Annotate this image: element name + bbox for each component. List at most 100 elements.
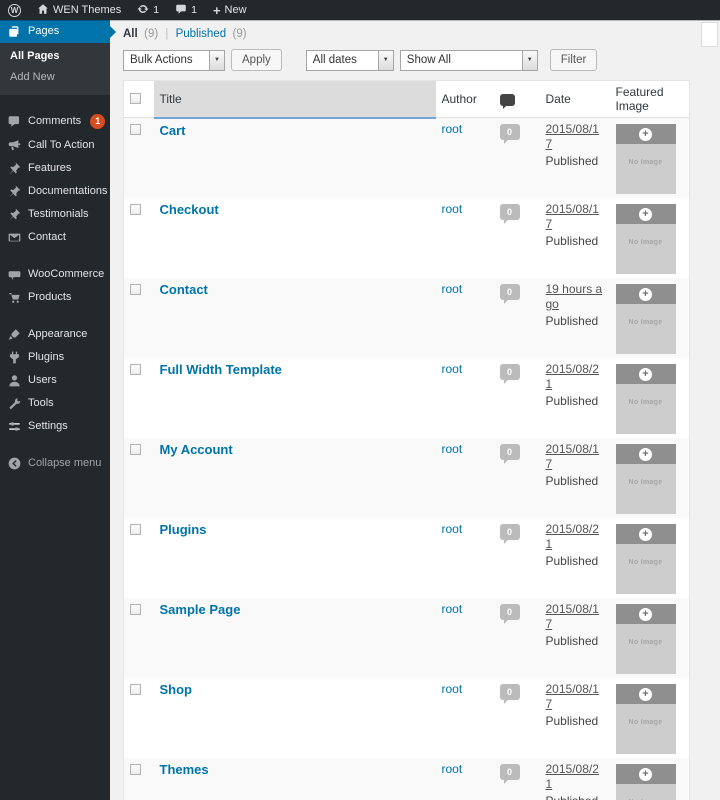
row-author-cell: root [436, 758, 494, 800]
bulk-actions-select[interactable]: Bulk Actions ▼ [123, 49, 225, 71]
sidebar-item-pages[interactable]: Pages [0, 20, 116, 43]
comment-count-bubble[interactable]: 0 [499, 204, 520, 224]
sidebar-item-label: Call To Action [28, 139, 95, 151]
author-link[interactable]: root [442, 442, 463, 456]
comment-count-bubble[interactable]: 0 [499, 764, 520, 784]
add-image-icon: + [639, 287, 652, 301]
page-title-link[interactable]: My Account [160, 442, 233, 457]
dates-filter-select[interactable]: All dates ▼ [305, 49, 394, 71]
sidebar-item-settings[interactable]: Settings [0, 415, 110, 438]
featured-image-placeholder[interactable]: + No Image [615, 364, 676, 434]
scrollbar[interactable] [701, 22, 718, 47]
date-link[interactable]: 2015/08/21 [546, 762, 604, 792]
no-image-label: No Image [628, 639, 663, 646]
apply-button[interactable]: Apply [231, 49, 282, 71]
row-comments-cell: 0 [494, 118, 540, 199]
author-link[interactable]: root [442, 122, 463, 136]
sidebar-item-woocommerce[interactable]: WooCommerce [0, 263, 110, 286]
view-published-link[interactable]: Published [176, 28, 227, 40]
page-title-link[interactable]: Sample Page [160, 602, 241, 617]
comment-count-bubble[interactable]: 0 [499, 444, 520, 464]
featured-image-placeholder[interactable]: + No Image [615, 124, 676, 194]
row-checkbox[interactable] [130, 364, 141, 375]
sidebar-item-comments[interactable]: Comments 1 [0, 109, 110, 134]
page-title-link[interactable]: Checkout [160, 202, 219, 217]
date-link[interactable]: 2015/08/17 [546, 202, 604, 232]
date-link[interactable]: 2015/08/21 [546, 362, 604, 392]
view-all-link[interactable]: All [123, 28, 138, 40]
title-column-header[interactable]: Title [153, 80, 436, 119]
row-checkbox[interactable] [130, 444, 141, 455]
row-checkbox[interactable] [130, 764, 141, 775]
filter-button[interactable]: Filter [549, 49, 598, 71]
wp-logo-menu[interactable]: W [0, 0, 29, 20]
sidebar-item-products[interactable]: Products [0, 286, 110, 309]
page-title-link[interactable]: Cart [160, 123, 186, 138]
comment-count-bubble[interactable]: 0 [499, 124, 520, 144]
sidebar-item-features[interactable]: Features [0, 157, 110, 180]
sidebar-item-testimonials[interactable]: Testimonials [0, 203, 110, 226]
page-title-link[interactable]: Full Width Template [160, 362, 282, 377]
author-link[interactable]: root [442, 362, 463, 376]
new-content-menu[interactable]: + New [205, 0, 255, 20]
comment-count-bubble[interactable]: 0 [499, 284, 520, 304]
sidebar-item-plugins[interactable]: Plugins [0, 346, 110, 369]
comment-count-bubble[interactable]: 0 [499, 524, 520, 544]
show-all-value: Show All [406, 53, 451, 66]
author-link[interactable]: root [442, 602, 463, 616]
featured-image-placeholder[interactable]: + No Image [615, 524, 676, 594]
row-checkbox[interactable] [130, 524, 141, 535]
date-link[interactable]: 2015/08/17 [546, 682, 604, 712]
date-link[interactable]: 2015/08/17 [546, 442, 604, 472]
page-title-link[interactable]: Contact [160, 282, 208, 297]
sidebar-item-collapse-menu[interactable]: Collapse menu [0, 452, 110, 475]
date-link[interactable]: 2015/08/17 [546, 602, 604, 632]
site-name-menu[interactable]: WEN Themes [29, 0, 129, 20]
featured-image-placeholder[interactable]: + No Image [615, 764, 676, 800]
author-link[interactable]: root [442, 282, 463, 296]
featured-image-placeholder[interactable]: + No Image [615, 444, 676, 514]
page-title-link[interactable]: Themes [160, 762, 209, 777]
row-checkbox[interactable] [130, 124, 141, 135]
page-title-link[interactable]: Shop [160, 682, 193, 697]
thumb-header: + [615, 284, 676, 304]
row-date-cell: 2015/08/17 Published [540, 598, 610, 678]
author-link[interactable]: root [442, 762, 463, 776]
comment-count-bubble[interactable]: 0 [499, 684, 520, 704]
row-checkbox[interactable] [130, 604, 141, 615]
select-all-checkbox[interactable] [130, 93, 141, 104]
updates-menu[interactable]: 1 [129, 0, 167, 20]
author-link[interactable]: root [442, 522, 463, 536]
featured-image-placeholder[interactable]: + No Image [615, 204, 676, 274]
featured-image-placeholder[interactable]: + No Image [615, 684, 676, 754]
sidebar-item-tools[interactable]: Tools [0, 392, 110, 415]
row-checkbox[interactable] [130, 284, 141, 295]
comment-count-bubble[interactable]: 0 [499, 364, 520, 384]
date-link[interactable]: 2015/08/21 [546, 522, 604, 552]
no-image-label: No Image [628, 239, 663, 246]
author-link[interactable]: root [442, 682, 463, 696]
sidebar-item-call-to-action[interactable]: Call To Action [0, 134, 110, 157]
author-link[interactable]: root [442, 202, 463, 216]
show-all-select[interactable]: Show All ▼ [399, 49, 538, 71]
pin-icon [8, 208, 21, 221]
row-checkbox[interactable] [130, 684, 141, 695]
view-separator: | [165, 28, 169, 40]
comment-count-bubble[interactable]: 0 [499, 604, 520, 624]
sidebar-subitem-all-pages[interactable]: All Pages [0, 46, 110, 67]
featured-image-placeholder[interactable]: + No Image [615, 284, 676, 354]
date-link[interactable]: 19 hours ago [546, 282, 604, 312]
page-title-link[interactable]: Plugins [160, 522, 207, 537]
thumb-header: + [615, 604, 676, 624]
sidebar-item-documentations[interactable]: Documentations [0, 180, 110, 203]
sidebar-item-users[interactable]: Users [0, 369, 110, 392]
sidebar-subitem-add-new[interactable]: Add New [0, 67, 110, 88]
row-checkbox[interactable] [130, 204, 141, 215]
date-link[interactable]: 2015/08/17 [546, 122, 604, 152]
date-column-header[interactable]: Date [539, 80, 610, 118]
comments-menu[interactable]: 1 [167, 0, 205, 20]
featured-image-placeholder[interactable]: + No Image [615, 604, 676, 674]
sidebar-item-appearance[interactable]: Appearance [0, 323, 110, 346]
comments-column-header[interactable] [493, 80, 540, 118]
sidebar-item-contact[interactable]: Contact [0, 226, 110, 249]
